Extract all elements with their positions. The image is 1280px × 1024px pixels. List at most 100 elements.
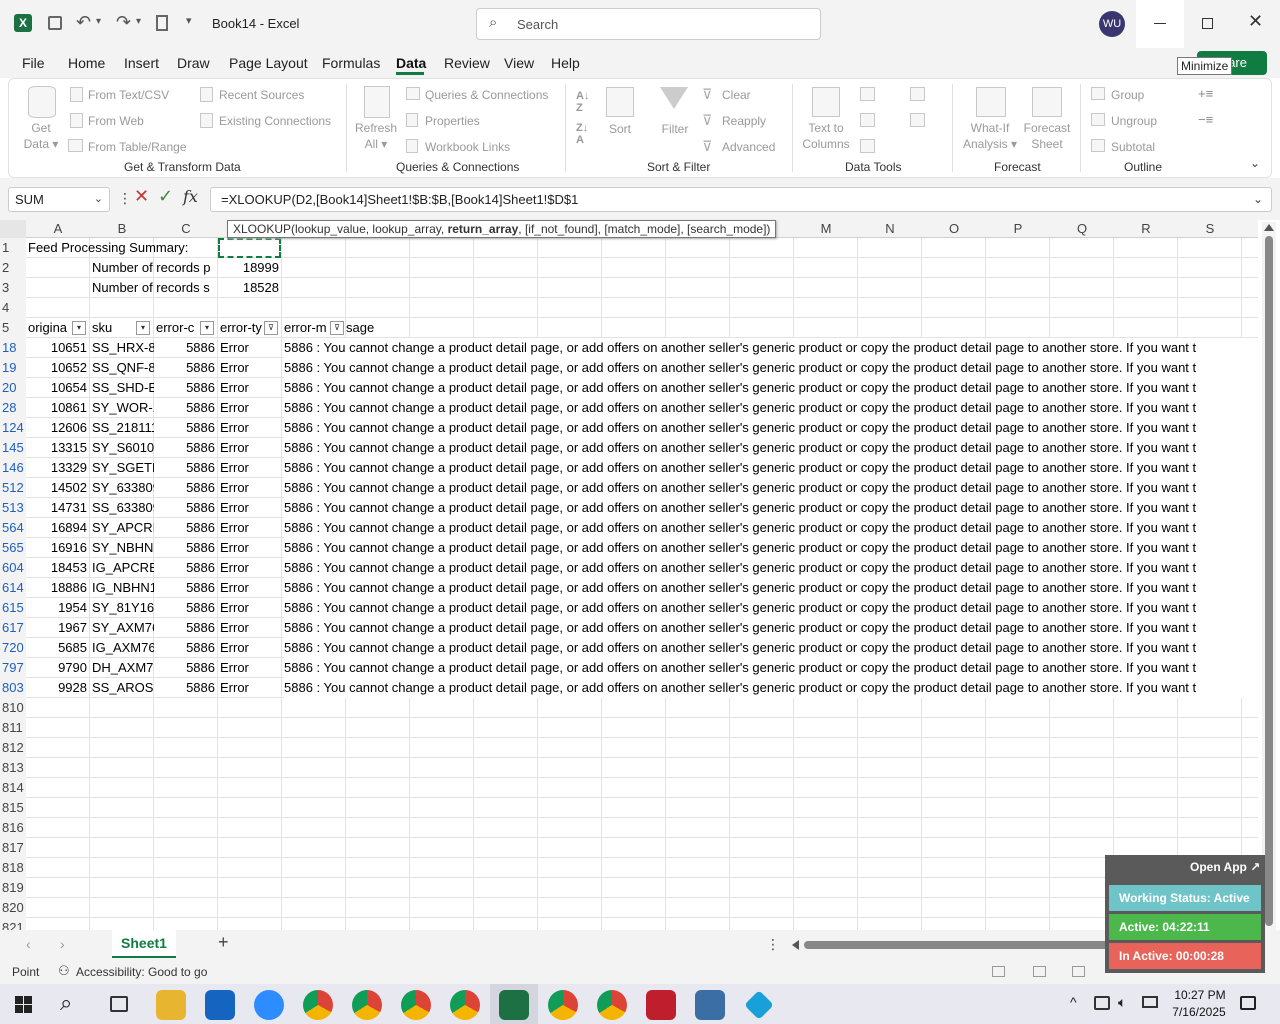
- cell-sku[interactable]: SS_633809: [92, 498, 154, 518]
- customize-toolbar-icon[interactable]: ▾: [186, 14, 192, 27]
- row-header[interactable]: 815: [0, 798, 26, 818]
- chrome-profile-4-icon[interactable]: [450, 990, 480, 1020]
- row-header[interactable]: 19: [0, 358, 26, 378]
- cell-error-message[interactable]: 5886 : You cannot change a product detai…: [284, 418, 1258, 438]
- row-header[interactable]: 124: [0, 418, 26, 438]
- text-to-columns-button[interactable]: Text to Columns: [800, 120, 852, 152]
- advanced-button[interactable]: Advanced: [722, 140, 775, 154]
- cell-sku[interactable]: SY_NBHN: [92, 538, 154, 558]
- cell-error-code[interactable]: 5886: [154, 598, 218, 618]
- clear-button[interactable]: Clear: [722, 88, 751, 102]
- add-sheet-icon[interactable]: +: [218, 932, 229, 953]
- cell-error-type[interactable]: Error: [220, 518, 282, 538]
- cell-sku[interactable]: SY_SGETF: [92, 458, 154, 478]
- column-header-b[interactable]: B: [90, 220, 154, 238]
- cell-original[interactable]: 16916: [26, 538, 90, 558]
- prev-sheet-icon[interactable]: ‹: [26, 936, 31, 952]
- normal-view-icon[interactable]: [992, 966, 1005, 977]
- cell-error-type[interactable]: Error: [220, 638, 282, 658]
- properties-button[interactable]: Properties: [425, 114, 480, 128]
- cell-error-type[interactable]: Error: [220, 498, 282, 518]
- tab-help[interactable]: Help: [551, 55, 580, 71]
- consolidate-icon[interactable]: [910, 87, 925, 101]
- cell-sku[interactable]: SY_WOR-1: [92, 398, 154, 418]
- tab-page-layout[interactable]: Page Layout: [229, 55, 308, 71]
- row-header[interactable]: 18: [0, 338, 26, 358]
- column-header-m[interactable]: M: [794, 220, 858, 238]
- from-table-range-button[interactable]: From Table/Range: [88, 140, 187, 154]
- row-header[interactable]: 3: [0, 278, 26, 298]
- group-button[interactable]: Group: [1111, 88, 1144, 102]
- excel-icon[interactable]: X: [14, 14, 32, 32]
- tab-view[interactable]: View: [504, 55, 534, 71]
- cell-sku[interactable]: SS_SHD-B-: [92, 378, 154, 398]
- row-header[interactable]: 811: [0, 718, 26, 738]
- ungroup-button[interactable]: Ungroup: [1111, 114, 1157, 128]
- from-text-csv-button[interactable]: From Text/CSV: [88, 88, 169, 102]
- row-header[interactable]: 818: [0, 858, 26, 878]
- cell-error-type[interactable]: Error: [220, 478, 282, 498]
- relationships-icon[interactable]: [910, 113, 925, 127]
- cell-error-type[interactable]: Error: [220, 338, 282, 358]
- tab-review[interactable]: Review: [444, 55, 490, 71]
- cell-sku[interactable]: SS_AROS I: [92, 678, 154, 698]
- enter-icon[interactable]: ✓: [158, 186, 173, 207]
- cell-original[interactable]: 10861: [26, 398, 90, 418]
- row-header[interactable]: 5: [0, 318, 26, 338]
- cell-sku[interactable]: SY_633809: [92, 478, 154, 498]
- sort-za-icon[interactable]: Z↓ A: [576, 122, 588, 146]
- table-header-d[interactable]: error-ty: [220, 318, 264, 338]
- cell-error-code[interactable]: 5886: [154, 618, 218, 638]
- cell-error-type[interactable]: Error: [220, 378, 282, 398]
- file-explorer-icon[interactable]: [156, 990, 186, 1020]
- table-header-c[interactable]: error-c: [156, 318, 200, 338]
- search-icon[interactable]: ⌕: [60, 990, 72, 1016]
- cell-error-type[interactable]: Error: [220, 438, 282, 458]
- cell-error-type[interactable]: Error: [220, 598, 282, 618]
- subtotal-button[interactable]: Subtotal: [1111, 140, 1155, 154]
- accessibility-status[interactable]: Accessibility: Good to go: [76, 965, 207, 979]
- cell-error-message[interactable]: 5886 : You cannot change a product detai…: [284, 538, 1258, 558]
- cell-sku[interactable]: SY_APCRB: [92, 518, 154, 538]
- cell-error-message[interactable]: 5886 : You cannot change a product detai…: [284, 338, 1258, 358]
- undo-dropdown-icon[interactable]: ▾: [96, 16, 101, 27]
- clock-time[interactable]: 10:27 PM: [1172, 988, 1228, 1002]
- chrome-profile-3-icon[interactable]: [401, 990, 431, 1020]
- redo-dropdown-icon[interactable]: ▾: [136, 16, 141, 27]
- tab-formulas[interactable]: Formulas: [322, 55, 380, 71]
- select-all-corner[interactable]: [0, 220, 26, 238]
- chrome-icon[interactable]: [303, 990, 333, 1020]
- cell-original[interactable]: 14502: [26, 478, 90, 498]
- cell-sku[interactable]: SS_218111: [92, 418, 154, 438]
- cell-original[interactable]: 18886: [26, 578, 90, 598]
- meet-now-icon[interactable]: [1094, 996, 1110, 1010]
- column-header-o[interactable]: O: [922, 220, 986, 238]
- cell-error-code[interactable]: 5886: [154, 538, 218, 558]
- row-header[interactable]: 1: [0, 238, 26, 258]
- expand-formula-icon[interactable]: ⌄: [1253, 188, 1263, 211]
- cell-error-code[interactable]: 5886: [154, 438, 218, 458]
- cell-error-message[interactable]: 5886 : You cannot change a product detai…: [284, 498, 1258, 518]
- cell-original[interactable]: 10652: [26, 358, 90, 378]
- filter-dropdown-icon[interactable]: ⊽: [264, 321, 278, 335]
- cell-original[interactable]: 13315: [26, 438, 90, 458]
- row-header[interactable]: 820: [0, 898, 26, 918]
- outlook-icon[interactable]: [205, 990, 235, 1020]
- row-header[interactable]: 617: [0, 618, 26, 638]
- notifications-icon[interactable]: [1240, 996, 1256, 1010]
- table-header-a[interactable]: origina: [28, 318, 72, 338]
- workbook-links-button[interactable]: Workbook Links: [425, 140, 510, 154]
- recent-sources-button[interactable]: Recent Sources: [219, 88, 304, 102]
- cancel-icon[interactable]: ✕: [134, 186, 149, 207]
- cell-original[interactable]: 13329: [26, 458, 90, 478]
- cell-error-message[interactable]: 5886 : You cannot change a product detai…: [284, 638, 1258, 658]
- row-header[interactable]: 564: [0, 518, 26, 538]
- cell-error-type[interactable]: Error: [220, 658, 282, 678]
- row-header[interactable]: 810: [0, 698, 26, 718]
- row-header[interactable]: 614: [0, 578, 26, 598]
- cell-error-message[interactable]: 5886 : You cannot change a product detai…: [284, 618, 1258, 638]
- task-view-icon[interactable]: [110, 996, 128, 1012]
- get-data-button[interactable]: Get Data ▾: [20, 120, 62, 152]
- hide-detail-icon[interactable]: −≡: [1198, 112, 1213, 127]
- column-header-q[interactable]: Q: [1050, 220, 1114, 238]
